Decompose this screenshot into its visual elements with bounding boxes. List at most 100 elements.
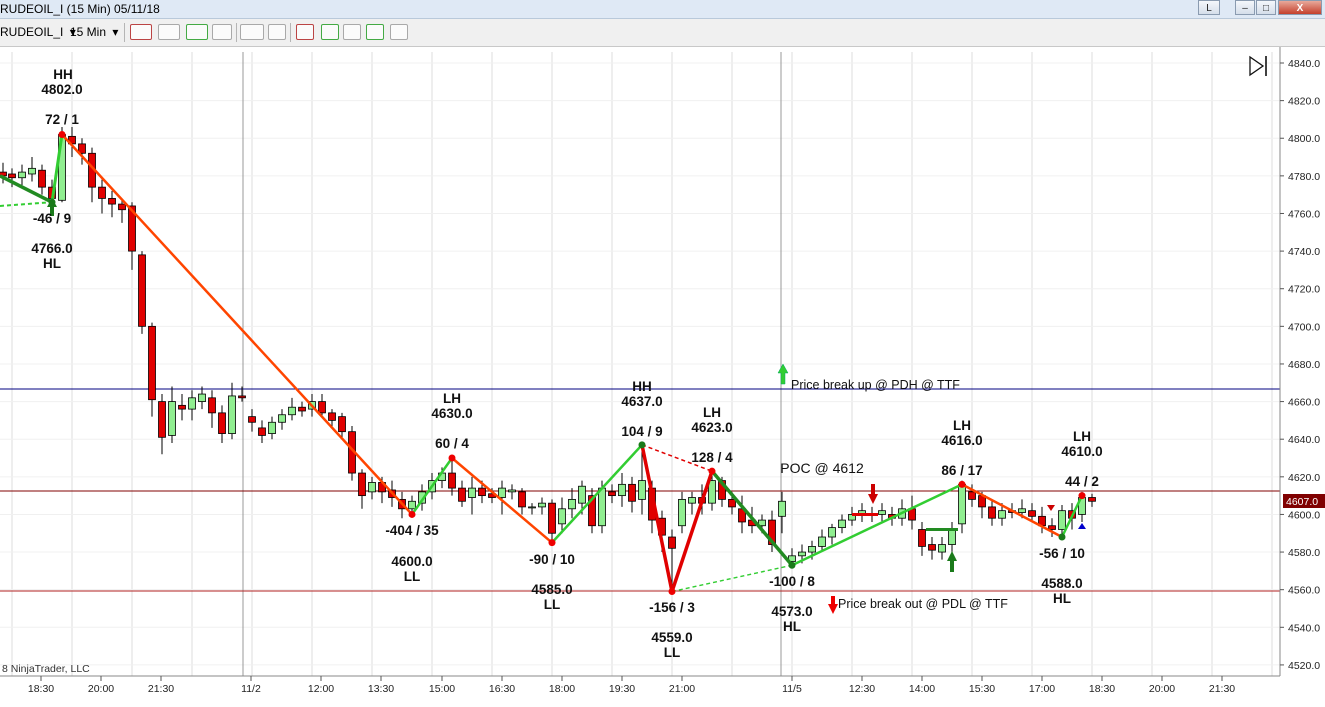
- candle-body: [148, 325, 156, 401]
- zoom-out-icon[interactable]: [212, 24, 232, 40]
- price-tick-label: 4720.0: [1288, 284, 1320, 296]
- scroll-to-end-icon[interactable]: [1249, 55, 1267, 77]
- properties-icon[interactable]: [390, 24, 408, 40]
- swing-point: [788, 561, 796, 569]
- candle-body: [478, 487, 486, 497]
- swing-zigzag: [0, 130, 1086, 596]
- price-chart[interactable]: HH 4802.0 72 / 1 -46 / 9 4766.0 HL LH 46…: [0, 47, 1325, 707]
- swing-label: HL: [783, 619, 801, 634]
- swing-point: [1058, 533, 1066, 541]
- swing-price: 4630.0: [431, 406, 472, 421]
- time-tick-label: 21:00: [669, 683, 695, 695]
- candle-body: [818, 536, 826, 547]
- candle-body: [878, 510, 886, 515]
- swing-count: -56 / 10: [1039, 546, 1085, 561]
- arrow-down-icon: [868, 484, 878, 504]
- instrument-selector[interactable]: RUDEOIL_I ▾: [0, 25, 76, 39]
- close-button[interactable]: X: [1278, 0, 1322, 15]
- templates-icon[interactable]: [343, 24, 361, 40]
- candle-body: [668, 536, 676, 549]
- candle-body: [798, 551, 806, 557]
- candle-body: [1058, 510, 1066, 530]
- link-button[interactable]: L: [1198, 0, 1220, 15]
- chart-grid: [0, 52, 1280, 676]
- candle-body: [518, 491, 526, 508]
- swing-label: LH: [1073, 429, 1091, 444]
- price-tick-label: 4600.0: [1288, 509, 1320, 521]
- price-tick-label: 4640.0: [1288, 434, 1320, 446]
- interval-selector[interactable]: 15 Min ▾: [70, 25, 118, 39]
- swing-label: HL: [1053, 591, 1071, 606]
- candle-body: [208, 397, 216, 414]
- candle-body: [238, 395, 246, 399]
- time-tick-label: 21:30: [148, 683, 174, 695]
- swing-price: 4616.0: [941, 433, 982, 448]
- swing-count: 44 / 2: [1065, 474, 1099, 489]
- candle-body: [778, 500, 786, 517]
- candle-body: [298, 406, 306, 412]
- price-tick-label: 4540.0: [1288, 622, 1320, 634]
- candle-body: [998, 510, 1006, 519]
- price-tick-label: 4840.0: [1288, 58, 1320, 70]
- candle-body: [228, 395, 236, 434]
- time-tick-label: 21:30: [1209, 683, 1235, 695]
- interval-label: 15 Min: [70, 25, 107, 39]
- maximize-button[interactable]: □: [1256, 0, 1276, 15]
- candle-body: [678, 498, 686, 527]
- swing-price: 4766.0: [31, 241, 72, 256]
- window-title: RUDEOIL_I (15 Min) 05/11/18: [0, 2, 160, 16]
- zigzag-segment: [791, 483, 963, 567]
- interval-dropdown-icon: ▾: [112, 25, 119, 39]
- time-tick-label: 18:00: [549, 683, 575, 695]
- candle-body: [578, 485, 586, 504]
- swing-count: 104 / 9: [621, 424, 662, 439]
- swing-label: HH: [632, 379, 652, 394]
- zigzag-segment: [710, 470, 794, 567]
- copyright-text: 8 NinjaTrader, LLC: [2, 663, 90, 675]
- swing-label: LH: [953, 418, 971, 433]
- candle-body: [98, 186, 106, 199]
- candle-body: [178, 404, 186, 410]
- price-tick-label: 4520.0: [1288, 660, 1320, 672]
- time-tick-label: 17:00: [1029, 683, 1055, 695]
- price-tick-label: 4560.0: [1288, 585, 1320, 597]
- last-price-value: 4607.0: [1286, 496, 1318, 508]
- price-axis: 4840.0 4820.0 4800.0 4780.0 4760.0 4740.0 4720…: [1279, 47, 1325, 707]
- candle-body: [368, 482, 376, 493]
- minimize-button[interactable]: –: [1235, 0, 1255, 15]
- pencil-icon[interactable]: [158, 24, 180, 40]
- swing-price: 4637.0: [621, 394, 662, 409]
- trade-icon[interactable]: [366, 24, 384, 40]
- candle-body: [198, 393, 206, 402]
- swing-point: [408, 510, 416, 518]
- time-tick-label: 11/5: [782, 683, 802, 695]
- time-tick-label: 15:00: [429, 683, 455, 695]
- swing-count: -156 / 3: [649, 600, 695, 615]
- swing-price: 4559.0: [651, 630, 692, 645]
- swing-label: HH: [53, 67, 73, 82]
- zigzag-segment: [640, 444, 674, 592]
- indicators-icon[interactable]: [296, 24, 314, 40]
- zigzag-segment: [0, 201, 53, 207]
- candle-body: [168, 401, 176, 436]
- crosshair-icon[interactable]: [240, 24, 264, 40]
- candle-body: [548, 502, 556, 534]
- candle-body: [808, 546, 816, 553]
- zoom-in-icon[interactable]: [186, 24, 208, 40]
- candle-body: [508, 489, 516, 493]
- candle-body: [248, 416, 256, 423]
- chart-style-icon[interactable]: [130, 24, 152, 40]
- instrument-name: RUDEOIL_I: [0, 25, 64, 39]
- candle-body: [358, 472, 366, 497]
- time-tick-label: 20:00: [88, 683, 114, 695]
- swing-label: HL: [43, 256, 61, 271]
- price-tick-label: 4580.0: [1288, 547, 1320, 559]
- swing-count: -404 / 35: [385, 523, 439, 538]
- toolbar-separator: [290, 23, 291, 42]
- strategies-icon[interactable]: [321, 24, 339, 40]
- data-box-icon[interactable]: [268, 24, 286, 40]
- poc-label: POC @ 4612: [780, 460, 864, 476]
- swing-count: 128 / 4: [691, 450, 733, 465]
- candle-body: [838, 519, 846, 529]
- price-tick-label: 4760.0: [1288, 208, 1320, 220]
